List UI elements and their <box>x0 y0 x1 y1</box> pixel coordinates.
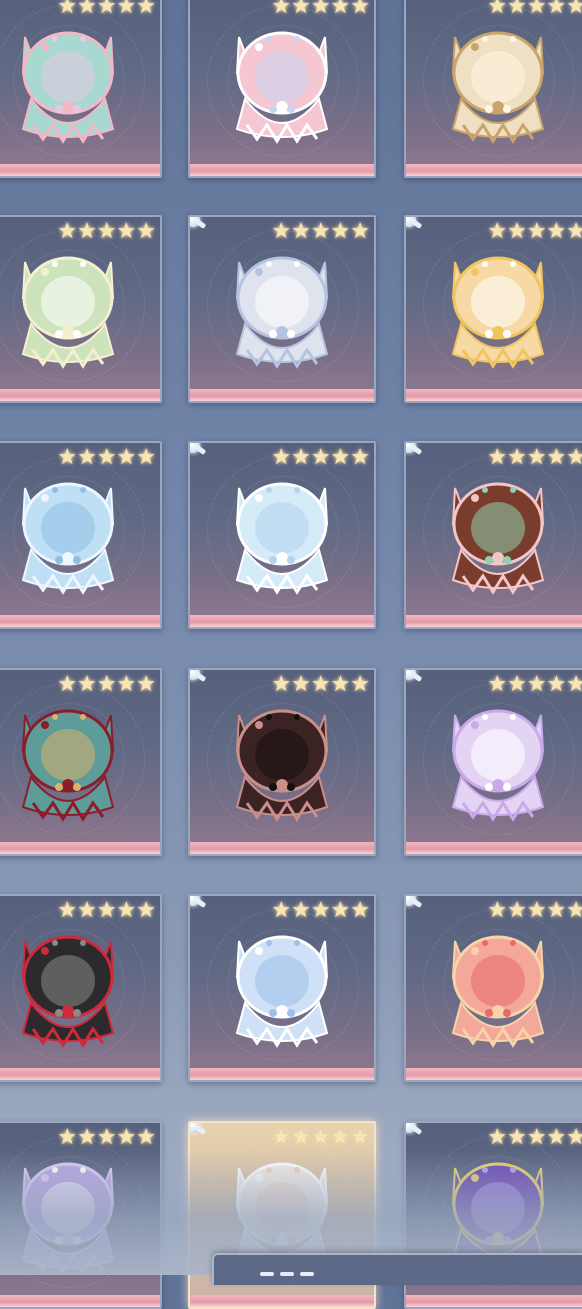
card-rarity-bar <box>0 1295 160 1307</box>
cat-hood-costume-image <box>217 685 347 825</box>
card-rarity-bar <box>406 389 582 401</box>
pin-icon <box>406 1123 416 1133</box>
card-rarity-bar <box>406 164 582 176</box>
cat-hood-costume-image <box>433 458 563 598</box>
costume-card-black-gothic-hood[interactable]: ★★★★★ <box>0 894 162 1082</box>
pin-icon <box>190 217 200 227</box>
cat-hood-costume-image <box>3 232 133 372</box>
cat-hood-costume-image <box>3 685 133 825</box>
pin-icon <box>406 217 416 227</box>
card-rarity-bar <box>190 1295 374 1307</box>
cat-hood-costume-image <box>433 232 563 372</box>
pin-icon <box>406 896 416 906</box>
card-rarity-bar <box>190 164 374 176</box>
cat-hood-costume-image <box>3 911 133 1051</box>
card-rarity-bar <box>0 842 160 854</box>
cat-hood-costume-image <box>433 911 563 1051</box>
costume-card-lilac-flower-hood[interactable]: ★★★★★ <box>404 668 582 856</box>
costume-card-ice-crystal-hood[interactable]: ★★★★★ <box>188 441 376 629</box>
card-rarity-bar <box>190 389 374 401</box>
panel-tick <box>300 1272 314 1276</box>
card-rarity-bar <box>406 615 582 627</box>
costume-card-teal-flower-hood[interactable]: ★★★★★ <box>0 0 162 178</box>
card-rarity-bar <box>190 842 374 854</box>
panel-tick <box>280 1272 294 1276</box>
cat-hood-costume-image <box>217 911 347 1051</box>
costume-card-pink-cat-hood[interactable]: ★★★★★ <box>188 0 376 178</box>
cat-hood-costume-image <box>217 232 347 372</box>
card-rarity-bar <box>0 615 160 627</box>
panel-tick <box>260 1272 274 1276</box>
item-detail-panel[interactable] <box>212 1253 582 1285</box>
costume-card-dark-raven-hood[interactable]: ★★★★★ <box>188 668 376 856</box>
pin-icon <box>190 896 200 906</box>
card-rarity-bar <box>0 164 160 176</box>
cat-hood-costume-image <box>3 458 133 598</box>
costume-grid: ★★★★★ ★★★★★ ★★★★★ ★★★★★ ★★★★★ ★★★★★ ★★★★★ ★★★★★… <box>0 0 582 1309</box>
card-rarity-bar <box>0 1068 160 1080</box>
pin-icon <box>406 443 416 453</box>
card-rarity-bar <box>190 615 374 627</box>
costume-card-skyblue-lace-hood[interactable]: ★★★★★ <box>0 441 162 629</box>
costume-card-cream-cat-hood[interactable]: ★★★★★ <box>404 0 582 178</box>
cat-hood-costume-image <box>433 7 563 147</box>
costume-card-frost-butterfly-hood[interactable]: ★★★★★ <box>188 894 376 1082</box>
card-rarity-bar <box>406 1068 582 1080</box>
cat-hood-costume-image <box>217 7 347 147</box>
costume-card-coral-blossom-hood[interactable]: ★★★★★ <box>404 894 582 1082</box>
costume-card-mint-flower-hood[interactable]: ★★★★★ <box>0 215 162 403</box>
pin-icon <box>406 670 416 680</box>
cat-hood-costume-image <box>3 7 133 147</box>
card-rarity-bar <box>0 389 160 401</box>
costume-card-teal-crimson-hood[interactable]: ★★★★★ <box>0 668 162 856</box>
card-rarity-bar <box>406 1295 582 1307</box>
cat-hood-costume-image <box>217 458 347 598</box>
card-rarity-bar <box>406 842 582 854</box>
costume-card-silver-cat-hood[interactable]: ★★★★★ <box>188 215 376 403</box>
costume-card-golden-cat-hood[interactable]: ★★★★★ <box>404 215 582 403</box>
pin-icon <box>190 1123 200 1133</box>
cat-hood-costume-image <box>433 685 563 825</box>
pin-icon <box>190 443 200 453</box>
costume-card-chocolate-party-hood[interactable]: ★★★★★ <box>404 441 582 629</box>
pin-icon <box>190 670 200 680</box>
card-rarity-bar <box>190 1068 374 1080</box>
